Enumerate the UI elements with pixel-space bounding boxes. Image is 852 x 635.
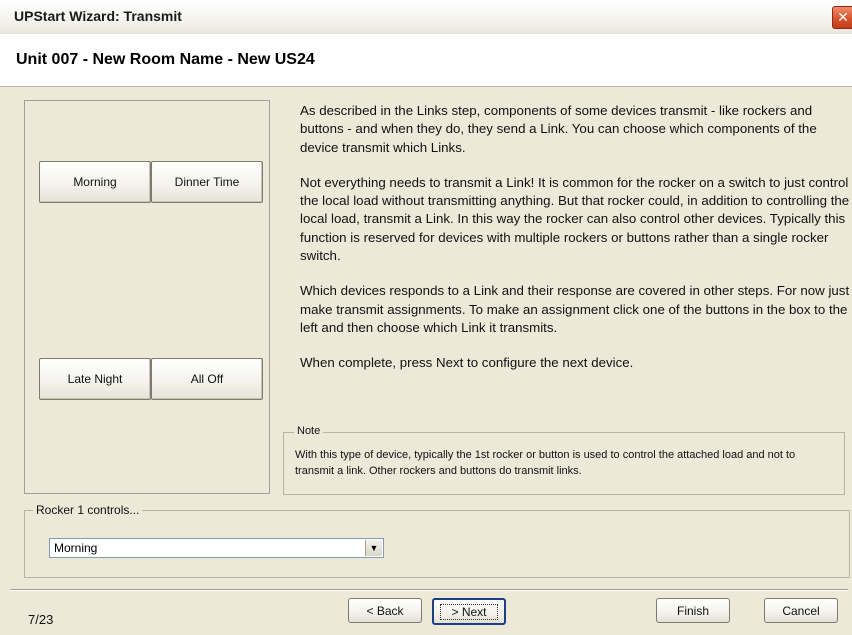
back-button-label: < Back (366, 603, 404, 618)
finish-button[interactable]: Finish (656, 598, 730, 623)
device-button-late-night[interactable]: Late Night (39, 358, 151, 400)
device-buttons-panel: Morning Dinner Time Late Night All Off (24, 100, 270, 494)
cancel-button[interactable]: Cancel (764, 598, 838, 623)
device-button-morning[interactable]: Morning (39, 161, 151, 203)
rocker-legend: Rocker 1 controls... (33, 503, 143, 517)
footer-divider (10, 589, 848, 591)
finish-button-label: Finish (676, 603, 709, 618)
link-select[interactable]: Morning ▼ (49, 538, 384, 558)
step-counter: 7/23 (28, 612, 54, 627)
link-select-value: Morning (54, 541, 98, 555)
cancel-button-label: Cancel (782, 603, 820, 618)
rocker-controls-group: Rocker 1 controls... Morning ▼ (24, 503, 850, 578)
window-title: UPStart Wizard: Transmit (14, 8, 182, 24)
description-paragraph: Which devices responds to a Link and the… (300, 283, 850, 335)
header-panel: Unit 007 - New Room Name - New US24 (0, 34, 852, 87)
next-button[interactable]: > Next (432, 598, 506, 625)
note-legend: Note (294, 425, 324, 437)
description-text: As described in the Links step, componen… (300, 102, 850, 390)
device-button-dinner-time[interactable]: Dinner Time (151, 161, 263, 203)
title-bar: UPStart Wizard: Transmit ✕ (0, 0, 852, 35)
close-icon[interactable]: ✕ (832, 6, 852, 29)
next-button-label: > Next (440, 603, 498, 620)
description-paragraph: Not everything needs to transmit a Link!… (300, 174, 850, 264)
note-group: Note With this type of device, typically… (283, 425, 845, 495)
chevron-down-icon[interactable]: ▼ (365, 540, 382, 556)
back-button[interactable]: < Back (348, 598, 422, 623)
device-button-all-off[interactable]: All Off (151, 358, 263, 400)
page-title: Unit 007 - New Room Name - New US24 (16, 51, 315, 68)
description-paragraph: As described in the Links step, componen… (300, 103, 817, 155)
note-text: With this type of device, typically the … (295, 449, 796, 477)
description-paragraph: When complete, press Next to configure t… (300, 355, 634, 371)
